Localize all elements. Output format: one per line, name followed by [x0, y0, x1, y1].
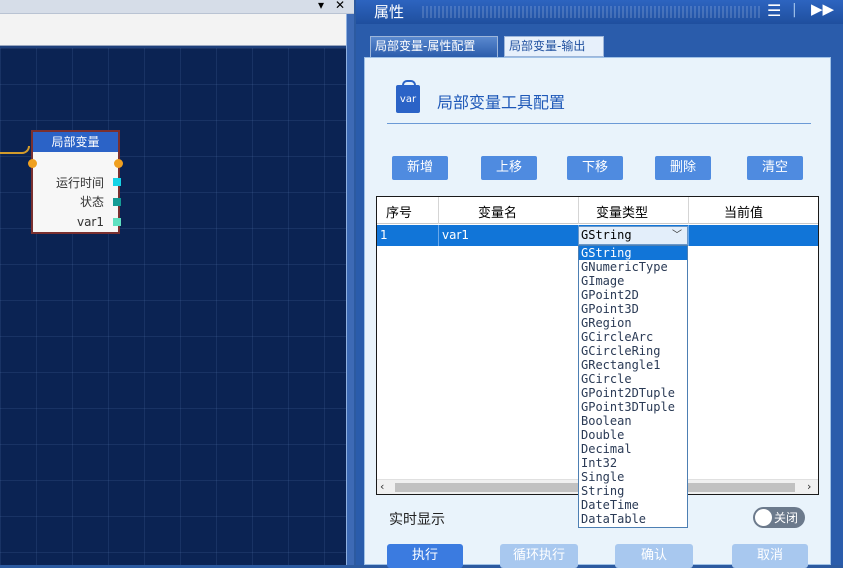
type-option[interactable]: GPoint2DTuple: [579, 386, 687, 400]
status-port[interactable]: [113, 198, 121, 206]
var1-port[interactable]: [113, 218, 121, 226]
tab-attribute-config[interactable]: 局部变量-属性配置: [370, 36, 498, 57]
config-title: 局部变量工具配置: [437, 93, 566, 112]
flow-canvas[interactable]: [0, 48, 346, 565]
col-divider: [578, 197, 579, 224]
type-option[interactable]: GNumericType: [579, 260, 687, 274]
clear-button[interactable]: 清空: [747, 156, 803, 180]
runtime-port[interactable]: [113, 178, 121, 186]
delete-button[interactable]: 删除: [655, 156, 711, 180]
node-title: 局部变量: [33, 132, 118, 152]
col-divider: [438, 197, 439, 224]
col-divider: [688, 197, 689, 224]
type-option[interactable]: GPoint2D: [579, 288, 687, 302]
cell-name[interactable]: var1: [442, 228, 469, 242]
loop-execute-button[interactable]: 循环执行: [500, 544, 578, 568]
type-option[interactable]: GCircleArc: [579, 330, 687, 344]
node-row-status: 状态: [79, 195, 104, 209]
type-option[interactable]: Boolean: [579, 414, 687, 428]
type-option[interactable]: GRectangle1: [579, 358, 687, 372]
local-variable-node[interactable]: 局部变量 运行时间 状态 var1: [28, 130, 123, 234]
type-option[interactable]: String: [579, 484, 687, 498]
type-option[interactable]: Double: [579, 428, 687, 442]
canvas-pane: ▾ ✕ 局部变量 运行时间 状态 var1: [0, 0, 354, 565]
type-combobox-value: GString: [581, 228, 632, 242]
node-row-runtime: 运行时间: [55, 176, 104, 190]
table-row[interactable]: 1 var1 GString ﹀: [377, 225, 818, 246]
menu-icon[interactable]: ☰: [767, 1, 781, 20]
type-combobox[interactable]: GString ﹀: [578, 226, 688, 245]
type-option[interactable]: GImage: [579, 274, 687, 288]
scroll-right-icon[interactable]: ›: [807, 480, 811, 493]
add-button[interactable]: 新增: [392, 156, 448, 180]
col-index[interactable]: 序号: [386, 202, 412, 221]
move-down-button[interactable]: 下移: [567, 156, 623, 180]
type-option[interactable]: Single: [579, 470, 687, 484]
confirm-button[interactable]: 确认: [615, 544, 693, 568]
splitter[interactable]: [346, 14, 354, 565]
realtime-label: 实时显示: [389, 512, 445, 528]
col-name[interactable]: 变量名: [478, 202, 517, 221]
close-icon[interactable]: ✕: [335, 0, 345, 12]
canvas-titlebar: ▾ ✕: [0, 0, 354, 14]
type-option[interactable]: DateTime: [579, 498, 687, 512]
type-option[interactable]: GPoint3DTuple: [579, 400, 687, 414]
node-row-var1: var1: [76, 215, 104, 229]
type-option[interactable]: Decimal: [579, 442, 687, 456]
pane-menu-icon[interactable]: ▾: [318, 0, 324, 12]
move-up-button[interactable]: 上移: [481, 156, 537, 180]
table-header: 序号 变量名 变量类型 当前值: [377, 197, 818, 224]
separator: |: [792, 2, 797, 18]
type-option[interactable]: GCircleRing: [579, 344, 687, 358]
cancel-button[interactable]: 取消: [732, 544, 808, 568]
title-divider: [387, 123, 811, 124]
bag-icon: var: [396, 80, 420, 113]
type-option[interactable]: DataTable: [579, 512, 687, 526]
type-option[interactable]: GCircle: [579, 372, 687, 386]
execute-button[interactable]: 执行: [387, 544, 463, 568]
row-divider: [438, 225, 439, 246]
canvas-toolbar: [0, 14, 354, 46]
col-type[interactable]: 变量类型: [596, 202, 648, 221]
cell-index: 1: [380, 228, 388, 242]
properties-header: 属性 ☰ | ▶▶: [356, 0, 843, 24]
type-option[interactable]: GString: [579, 246, 687, 260]
connection-wire: [0, 146, 30, 154]
toggle-label: 关闭: [774, 511, 799, 525]
type-option[interactable]: GRegion: [579, 316, 687, 330]
tab-output[interactable]: 局部变量-输出: [504, 36, 604, 57]
row-divider: [688, 225, 689, 246]
header-decoration: [422, 6, 762, 18]
scroll-left-icon[interactable]: ‹: [380, 480, 384, 493]
collapse-icon[interactable]: ▶▶: [811, 0, 834, 18]
type-dropdown-list[interactable]: GString GNumericType GImage GPoint2D GPoint3…: [578, 245, 688, 528]
realtime-toggle[interactable]: 关闭: [753, 507, 805, 528]
node-input-port[interactable]: [28, 159, 37, 168]
properties-title: 属性: [374, 3, 405, 21]
col-value[interactable]: 当前值: [724, 202, 763, 221]
toggle-knob: [755, 509, 772, 526]
node-output-port[interactable]: [114, 159, 123, 168]
chevron-down-icon[interactable]: ﹀: [672, 227, 682, 244]
type-option[interactable]: Int32: [579, 456, 687, 470]
type-option[interactable]: GPoint3D: [579, 302, 687, 316]
